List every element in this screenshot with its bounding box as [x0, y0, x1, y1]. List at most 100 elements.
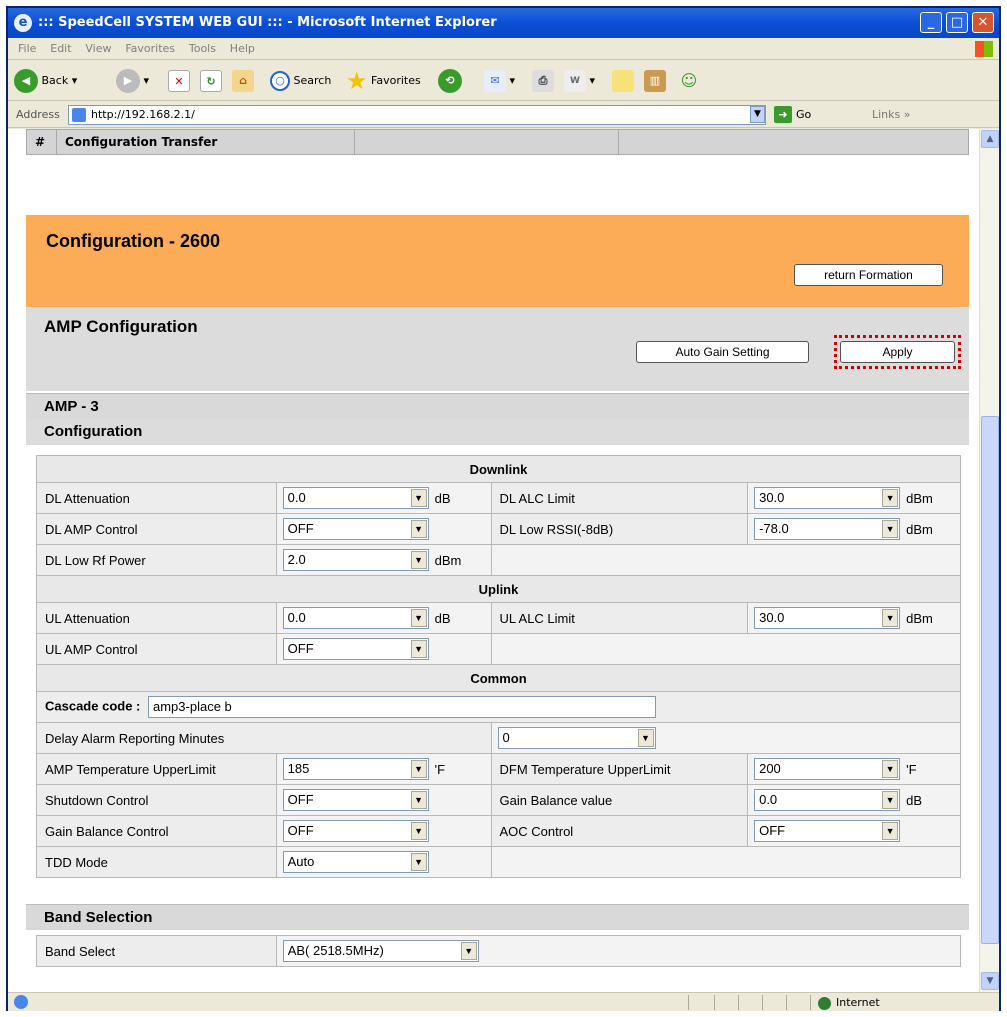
ul-amp-control-select[interactable]: OFF ▼ [282, 638, 429, 660]
menu-view[interactable]: View [85, 38, 111, 60]
page-title: Configuration - 2600 [46, 231, 221, 251]
back-arrow-icon: ◀ [14, 69, 38, 93]
dl-alc-limit-unit: dBm [906, 490, 933, 506]
back-button[interactable]: ◀ Back ▾ [14, 67, 77, 95]
chevron-down-icon: ▼ [882, 609, 899, 627]
address-input[interactable]: http://192.168.2.1/ [68, 105, 766, 125]
home-button[interactable]: ⌂ [232, 67, 254, 95]
delay-alarm-select[interactable]: 0 ▼ [497, 727, 656, 749]
ul-attenuation-unit: dB [434, 610, 451, 626]
amp-section-title: AMP - 3 [26, 393, 969, 419]
dl-amp-control-select[interactable]: OFF ▼ [282, 518, 429, 540]
dl-attenuation-select[interactable]: 0.0 ▼ [282, 487, 429, 509]
gain-balance-value-select[interactable]: 0.0 ▼ [754, 789, 901, 811]
research-button[interactable]: ▥ [644, 67, 666, 95]
chevron-down-icon: ▼ [410, 551, 427, 569]
dl-amp-control-label: DL AMP Control [36, 513, 277, 545]
menu-help[interactable]: Help [230, 38, 255, 60]
go-arrow-icon: ➜ [774, 106, 792, 123]
close-button[interactable]: ✕ [972, 12, 994, 33]
amp-temp-select[interactable]: 185 ▼ [282, 758, 429, 780]
ul-alc-limit-unit: dBm [906, 610, 933, 626]
chevron-down-icon: ▼ [410, 822, 427, 840]
empty-cell [490, 544, 961, 576]
dfm-temp-select[interactable]: 200 ▼ [754, 758, 901, 780]
scroll-down-icon[interactable]: ▼ [981, 972, 999, 990]
refresh-icon: ↻ [200, 70, 222, 92]
shutdown-control-select[interactable]: OFF ▼ [282, 789, 429, 811]
menu-favorites[interactable]: Favorites [125, 38, 175, 60]
dl-alc-limit-select[interactable]: 30.0 ▼ [754, 487, 901, 509]
go-button[interactable]: ➜ Go [774, 106, 811, 123]
history-icon: ⟲ [438, 69, 462, 93]
history-button[interactable]: ⟲ [438, 67, 462, 95]
empty-cell [490, 846, 961, 878]
configuration-section-title: Configuration [26, 419, 969, 445]
tdd-mode-select[interactable]: Auto ▼ [282, 851, 429, 873]
ul-alc-limit-select[interactable]: 30.0 ▼ [754, 607, 901, 629]
chevron-down-icon: ▼ [410, 609, 427, 627]
tab-hash[interactable]: # [27, 130, 57, 154]
scroll-up-icon[interactable]: ▲ [981, 130, 999, 148]
amp-configuration-title: AMP Configuration [44, 317, 198, 336]
gain-balance-control-label: Gain Balance Control [36, 815, 277, 847]
messenger-icon: ☺ [680, 71, 698, 90]
search-button[interactable]: ○ Search [270, 67, 331, 95]
scroll-thumb[interactable] [981, 416, 999, 944]
dl-low-rssi-label: DL Low RSSI(-8dB) [490, 513, 749, 545]
band-selection-title: Band Selection [26, 904, 969, 930]
dl-low-rf-power-select[interactable]: 2.0 ▼ [282, 549, 429, 571]
stop-button[interactable]: ✕ [168, 67, 190, 95]
dl-low-rssi-select[interactable]: -78.0 ▼ [754, 518, 901, 540]
menu-file[interactable]: File [18, 38, 36, 60]
chevron-down-icon: ▼ [882, 822, 899, 840]
toolbar: ◀ Back ▾ ▶ ▾ ✕ ↻ ⌂ ○ Search ★ Favorites … [8, 61, 999, 101]
edit-button[interactable]: W ▾ [564, 67, 595, 95]
chevron-down-icon: ▼ [410, 853, 427, 871]
ul-attenuation-select[interactable]: 0.0 ▼ [282, 607, 429, 629]
edit-icon: W [564, 70, 586, 92]
tab-empty-1 [355, 130, 619, 154]
title-bar: e ::: SpeedCell SYSTEM WEB GUI ::: - Mic… [8, 8, 999, 38]
forward-button[interactable]: ▶ ▾ [116, 67, 149, 95]
gain-balance-control-select[interactable]: OFF ▼ [282, 820, 429, 842]
address-dropdown-icon[interactable]: ▼ [750, 106, 765, 123]
aoc-control-select[interactable]: OFF ▼ [754, 820, 901, 842]
aoc-control-label: AOC Control [490, 815, 749, 847]
dfm-temp-label: DFM Temperature UpperLimit [490, 753, 749, 785]
chevron-down-icon: ▼ [460, 942, 477, 960]
configuration-header: Configuration - 2600 return Formation [26, 215, 969, 307]
dl-low-rf-power-label: DL Low Rf Power [36, 544, 277, 576]
band-select[interactable]: AB( 2518.5MHz) ▼ [282, 940, 479, 962]
dl-alc-limit-label: DL ALC Limit [490, 482, 749, 514]
maximize-button[interactable]: □ [946, 12, 968, 33]
vertical-scrollbar[interactable]: ▲ ▼ [979, 129, 999, 992]
dl-attenuation-label: DL Attenuation [36, 482, 277, 514]
messenger-button[interactable]: ☺ [678, 67, 700, 95]
menu-tools[interactable]: Tools [189, 38, 216, 60]
home-icon: ⌂ [232, 70, 254, 92]
menu-edit[interactable]: Edit [50, 38, 71, 60]
refresh-button[interactable]: ↻ [200, 67, 222, 95]
auto-gain-setting-button[interactable]: Auto Gain Setting [636, 341, 809, 363]
favorites-button[interactable]: ★ Favorites [346, 67, 421, 95]
return-formation-button[interactable]: return Formation [794, 264, 943, 286]
print-button[interactable]: ⎙ [532, 67, 554, 95]
window-title: ::: SpeedCell SYSTEM WEB GUI ::: - Micro… [38, 15, 497, 30]
chevron-down-icon: ▼ [882, 760, 899, 778]
amp-temp-label: AMP Temperature UpperLimit [36, 753, 277, 785]
page-viewport: # Configuration Transfer Configuration -… [8, 129, 979, 992]
mail-button[interactable]: ✉ ▾ [484, 67, 515, 95]
apply-button[interactable]: Apply [840, 341, 955, 363]
chevron-down-icon: ▼ [882, 489, 899, 507]
dl-low-rf-power-unit: dBm [434, 552, 462, 568]
minimize-button[interactable]: _ [920, 12, 942, 33]
tab-configuration-transfer[interactable]: Configuration Transfer [57, 130, 355, 154]
links-button[interactable]: Links » [872, 108, 911, 121]
cascade-code-input[interactable]: amp3-place b [148, 696, 656, 718]
shutdown-control-label: Shutdown Control [36, 784, 277, 816]
common-header: Common [36, 664, 961, 692]
discuss-button[interactable] [612, 67, 634, 95]
status-bar: Internet [8, 992, 999, 1011]
tdd-mode-label: TDD Mode [36, 846, 277, 878]
